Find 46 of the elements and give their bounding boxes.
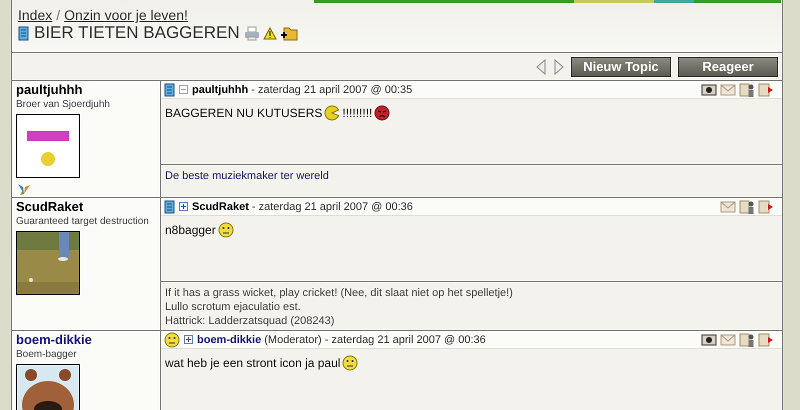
signature-text: Hattrick: Ladderzatsquad (208243)	[165, 314, 336, 328]
camera-icon[interactable]	[701, 83, 717, 96]
smiley-icon	[342, 355, 358, 371]
document-arrow-icon[interactable]	[758, 332, 774, 346]
smiley-icon	[218, 222, 234, 238]
smiley-icon	[374, 105, 390, 121]
camera-icon[interactable]	[701, 333, 717, 346]
user-title: Broer van Sjoerdjuhh	[16, 99, 110, 110]
expand-icon[interactable]	[179, 202, 188, 211]
profile-icon[interactable]	[739, 200, 755, 214]
signature-text: De beste muziekmaker ter wereld	[165, 169, 330, 183]
signature-text: If it has a grass wicket, play cricket! (Nee, dit slaat niet op het spelletje!)	[165, 286, 514, 300]
smiley-icon	[164, 332, 180, 348]
post-text: wat heb je een stront icon ja paul	[165, 356, 340, 370]
topic-title: BIER TIETEN BAGGEREN	[34, 23, 240, 43]
breadcrumb-link[interactable]: Onzin voor je leven!	[64, 7, 188, 23]
post-meta: boem-dikkie (Moderator) - zaterdag 21 april 2007 @ 00:36	[197, 334, 486, 346]
expand-icon[interactable]	[184, 335, 193, 344]
smiley-icon	[324, 105, 340, 121]
author-name[interactable]: ScudRaket	[16, 199, 84, 214]
breadcrumb-separator: /	[56, 7, 60, 23]
document-icon	[164, 82, 175, 96]
breadcrumb-link[interactable]: Index	[18, 7, 52, 23]
user-title: Boem-bagger	[16, 349, 77, 360]
profile-icon[interactable]	[739, 82, 755, 96]
post-text: BAGGEREN NU KUTUSERS	[165, 106, 322, 120]
document-icon	[164, 200, 175, 214]
author-name[interactable]: boem-dikkie	[16, 332, 92, 347]
document-icon	[18, 26, 29, 40]
butterfly-icon[interactable]	[16, 182, 32, 196]
previous-icon[interactable]	[535, 58, 547, 76]
author-name[interactable]: paultjuhhh	[16, 82, 82, 97]
next-icon[interactable]	[553, 58, 565, 76]
warning-icon[interactable]	[262, 26, 277, 40]
post-meta: ScudRaket - zaterdag 21 april 2007 @ 00:36	[192, 200, 413, 212]
post-text: !!!!!!!!!	[342, 106, 372, 120]
folder-add-icon[interactable]	[280, 26, 298, 40]
document-arrow-icon[interactable]	[758, 200, 774, 214]
post-meta: paultjuhhh - zaterdag 21 april 2007 @ 00:35	[192, 84, 412, 96]
document-arrow-icon[interactable]	[758, 82, 774, 96]
user-title: Guaranteed target destruction	[16, 216, 149, 227]
new-topic-button[interactable]: Nieuw Topic	[571, 56, 671, 76]
reply-button[interactable]: Reageer	[678, 56, 778, 76]
post-text: n8bagger	[165, 223, 216, 237]
profile-icon[interactable]	[739, 332, 755, 346]
signature-text: Lullo scrotum ejaculatio est.	[165, 300, 302, 314]
